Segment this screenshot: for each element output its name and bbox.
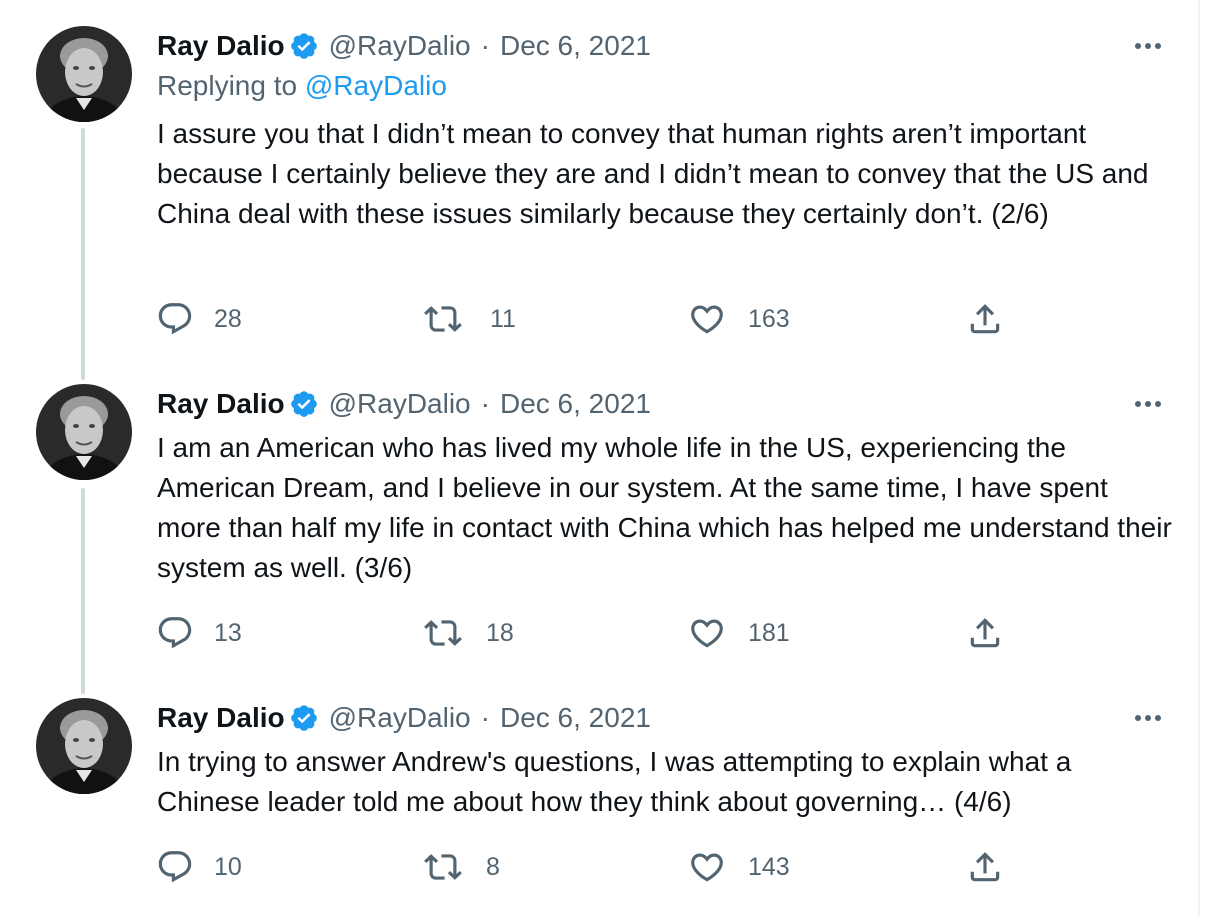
share-button[interactable]	[966, 300, 1004, 338]
retweet-count: 18	[486, 618, 514, 647]
avatar[interactable]	[36, 26, 132, 122]
like-icon	[691, 853, 723, 882]
like-button[interactable]: 143	[688, 848, 790, 886]
like-count: 143	[748, 852, 790, 881]
avatar[interactable]	[36, 384, 132, 480]
retweet-count: 8	[486, 852, 500, 881]
tweet-date[interactable]: Dec 6, 2021	[500, 30, 651, 62]
tweet-header: Ray Dalio @RayDalio · Dec 6, 2021	[157, 26, 651, 66]
reply-count: 28	[214, 304, 242, 333]
user-handle[interactable]: @RayDalio	[329, 702, 471, 734]
reply-count: 10	[214, 852, 242, 881]
reply-button[interactable]: 13	[156, 614, 242, 652]
replying-to-handle[interactable]: @RayDalio	[305, 70, 447, 101]
like-icon	[691, 305, 723, 334]
retweet-button[interactable]: 11	[424, 300, 516, 338]
retweet-icon	[424, 620, 462, 646]
reply-icon	[158, 303, 192, 335]
tweet-text: In trying to answer Andrew's questions, …	[157, 746, 1072, 817]
like-count: 181	[748, 618, 790, 647]
retweet-icon	[424, 854, 462, 880]
more-options-icon[interactable]	[1128, 30, 1168, 62]
avatar[interactable]	[36, 698, 132, 794]
thread-line	[81, 128, 85, 380]
tweet-text: I assure you that I didn’t mean to conve…	[157, 118, 1149, 229]
more-options-icon[interactable]	[1128, 702, 1168, 734]
retweet-icon	[424, 306, 462, 332]
like-button[interactable]: 181	[688, 614, 790, 652]
tweet-header: Ray Dalio @RayDalio · Dec 6, 2021	[157, 698, 651, 738]
replying-to: Replying to @RayDalio	[157, 70, 447, 102]
reply-button[interactable]: 10	[156, 848, 242, 886]
verified-badge-icon	[290, 391, 317, 417]
user-handle[interactable]: @RayDalio	[329, 30, 471, 62]
separator: ·	[480, 388, 490, 419]
retweet-button[interactable]: 18	[424, 614, 514, 652]
user-handle[interactable]: @RayDalio	[329, 388, 471, 420]
tweet-header: Ray Dalio @RayDalio · Dec 6, 2021	[157, 384, 651, 424]
like-count: 163	[748, 304, 790, 333]
reply-count: 13	[214, 618, 242, 647]
tweet-date[interactable]: Dec 6, 2021	[500, 702, 651, 734]
like-button[interactable]: 163	[688, 300, 790, 338]
more-options-icon[interactable]	[1128, 388, 1168, 420]
share-icon	[970, 304, 1000, 334]
display-name[interactable]: Ray Dalio	[157, 702, 285, 734]
share-icon	[970, 852, 1000, 882]
reply-icon	[158, 617, 192, 649]
tweet-text: I am an American who has lived my whole …	[157, 432, 1172, 583]
share-icon	[970, 618, 1000, 648]
tweet-date[interactable]: Dec 6, 2021	[500, 388, 651, 420]
reply-icon	[158, 851, 192, 883]
replying-to-label: Replying to	[157, 70, 298, 101]
reply-button[interactable]: 28	[156, 300, 242, 338]
like-icon	[691, 619, 723, 648]
retweet-button[interactable]: 8	[424, 848, 500, 886]
retweet-count: 11	[490, 304, 516, 333]
display-name[interactable]: Ray Dalio	[157, 388, 285, 420]
display-name[interactable]: Ray Dalio	[157, 30, 285, 62]
tweet-thread: Ray Dalio @RayDalio · Dec 6, 2021 Replyi…	[0, 0, 1200, 916]
verified-badge-icon	[290, 33, 317, 59]
share-button[interactable]	[966, 614, 1004, 652]
separator: ·	[480, 702, 490, 733]
separator: ·	[480, 30, 490, 61]
verified-badge-icon	[290, 705, 317, 731]
thread-line	[81, 488, 85, 694]
share-button[interactable]	[966, 848, 1004, 886]
